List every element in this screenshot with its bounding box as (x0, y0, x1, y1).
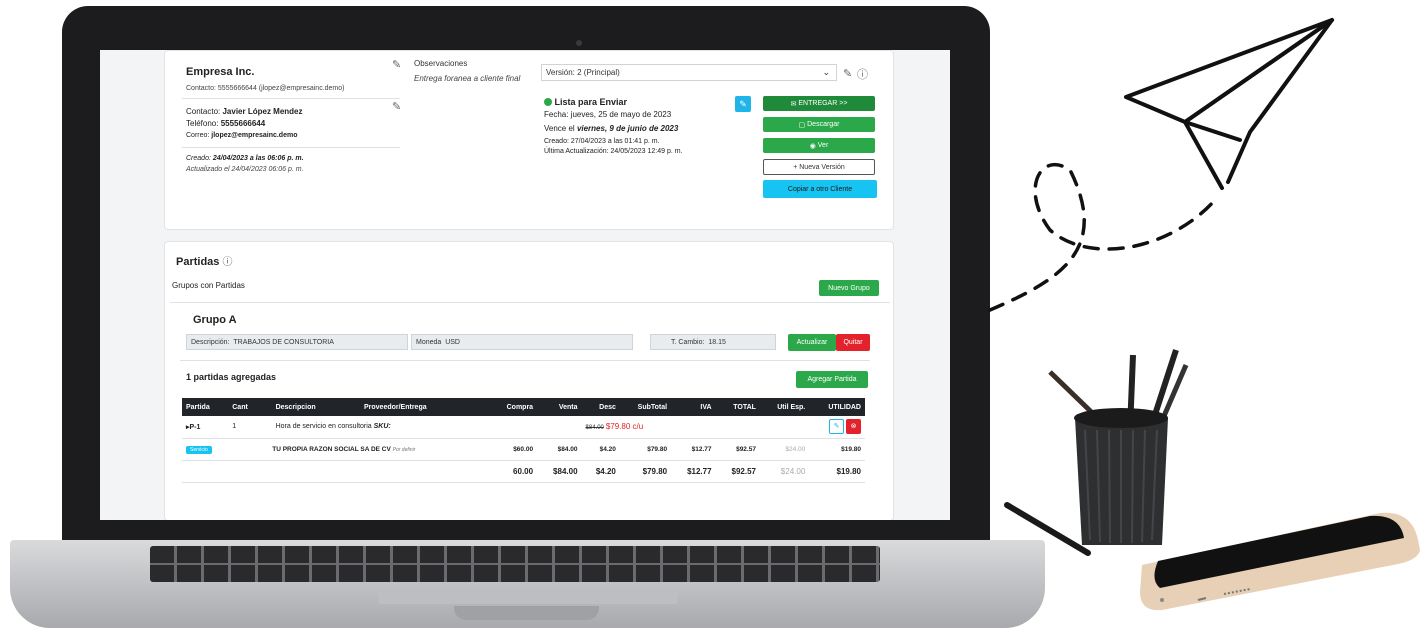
pencil-cup (1048, 349, 1189, 545)
smartphone (1140, 512, 1420, 611)
dashed-flight-path (988, 162, 1217, 312)
stage: Empresa Inc. ✎ Contacto: 5555666644 (jlo… (0, 0, 1422, 633)
decorations (988, 18, 1420, 611)
paper-plane-icon (1124, 18, 1334, 190)
pencil-on-desk (1004, 502, 1091, 556)
